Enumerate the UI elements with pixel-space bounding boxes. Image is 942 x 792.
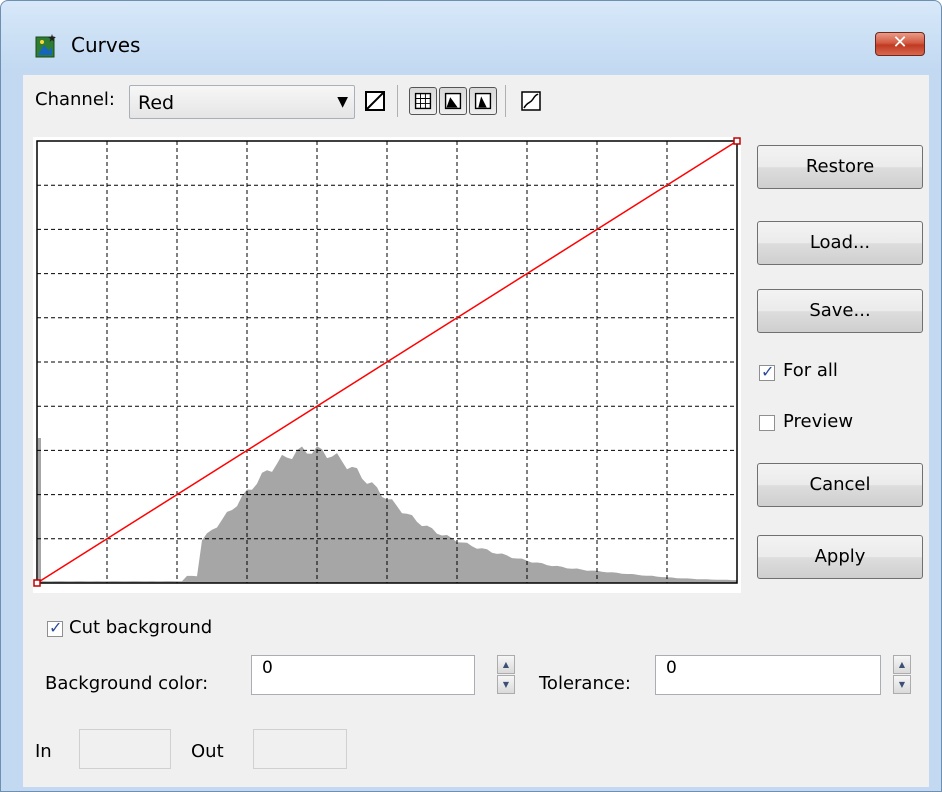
cut-background-label: Cut background — [69, 617, 213, 638]
tolerance-label: Tolerance: — [539, 673, 631, 694]
out-label: Out — [191, 741, 224, 762]
spin-up-icon[interactable]: ▲ — [893, 655, 911, 674]
tolerance-spinner[interactable]: ▲ ▼ — [893, 655, 911, 695]
histogram-log-icon[interactable] — [469, 87, 497, 115]
background-color-spinner[interactable]: ▲ ▼ — [497, 655, 515, 695]
curve-control-point — [33, 579, 41, 587]
in-label: In — [35, 741, 52, 762]
curve-graph[interactable] — [33, 137, 741, 593]
channel-value: Red — [138, 92, 175, 114]
apply-button[interactable]: Apply — [757, 535, 923, 579]
title-bar[interactable]: Curves ✕ — [1, 1, 941, 75]
cancel-button[interactable]: Cancel — [757, 463, 923, 507]
close-icon: ✕ — [892, 32, 908, 53]
spin-down-icon[interactable]: ▼ — [893, 675, 911, 694]
curve-canvas[interactable] — [33, 137, 741, 593]
app-icon — [35, 34, 56, 58]
close-button[interactable]: ✕ — [875, 32, 925, 56]
curves-dialog: Curves ✕ Channel: Red ▼ Restore Load... … — [0, 0, 942, 792]
grid-icon[interactable] — [409, 87, 437, 115]
background-color-label: Background color: — [45, 673, 209, 694]
chevron-down-icon: ▼ — [337, 94, 348, 110]
for-all-label: For all — [783, 360, 838, 381]
preview-checkbox[interactable] — [759, 415, 775, 431]
for-all-checkbox[interactable]: ✓ — [759, 362, 775, 381]
window-title: Curves — [71, 33, 141, 57]
check-icon: ✓ — [761, 362, 775, 381]
tolerance-input[interactable] — [655, 655, 881, 695]
histogram-icon[interactable] — [439, 87, 467, 115]
out-value-box — [253, 729, 347, 769]
cut-background-checkbox[interactable]: ✓ — [47, 618, 63, 637]
curve-smooth-icon[interactable] — [517, 87, 545, 115]
curve-control-point — [733, 137, 741, 145]
check-icon: ✓ — [49, 618, 63, 637]
histogram-spike — [38, 438, 41, 583]
toolbar-separator — [397, 85, 398, 117]
dialog-body: Channel: Red ▼ Restore Load... Save... ✓… — [23, 75, 929, 787]
spin-up-icon[interactable]: ▲ — [497, 655, 515, 674]
channel-select[interactable]: Red ▼ — [129, 85, 355, 119]
spin-down-icon[interactable]: ▼ — [497, 675, 515, 694]
channel-label: Channel: — [35, 89, 115, 110]
restore-button[interactable]: Restore — [757, 145, 923, 189]
load-button[interactable]: Load... — [757, 221, 923, 265]
toolbar-separator — [505, 85, 506, 117]
preview-label: Preview — [783, 411, 854, 432]
reset-curve-icon[interactable] — [361, 87, 389, 115]
background-color-input[interactable] — [251, 655, 475, 695]
save-button[interactable]: Save... — [757, 289, 923, 333]
in-value-box — [79, 729, 171, 769]
